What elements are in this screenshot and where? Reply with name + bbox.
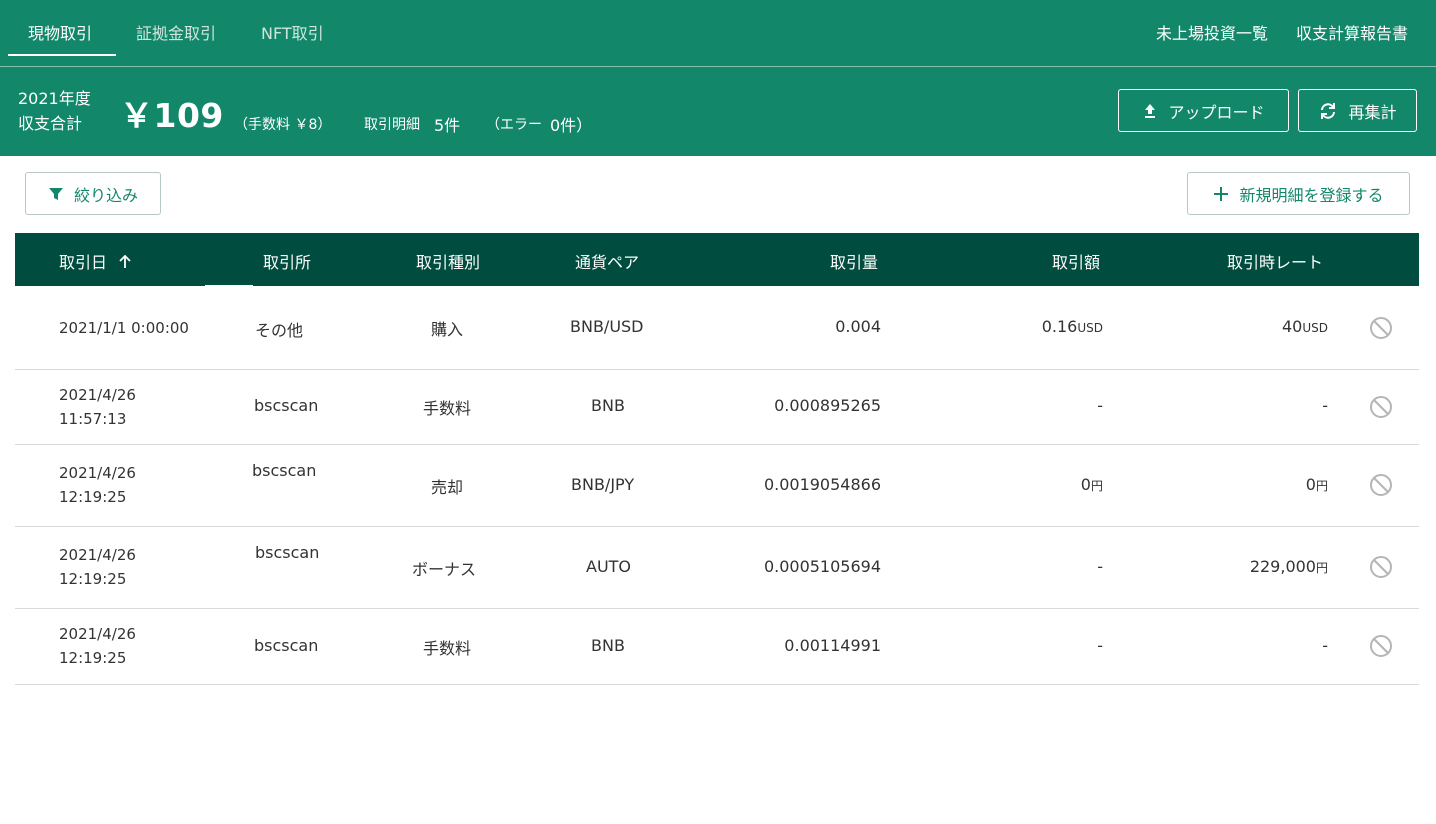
row-type: 売却 <box>431 478 464 497</box>
tab-nft[interactable]: NFT取引 <box>261 20 324 44</box>
header-amount[interactable]: 取引量 <box>830 249 878 273</box>
row-date: 2021/4/26 12:19:25 <box>59 625 136 667</box>
row-exchange: bscscan <box>254 396 319 415</box>
top-nav: 現物取引 証拠金取引 NFT取引 未上場投資一覧 収支計算報告書 <box>0 0 1436 67</box>
header-type[interactable]: 取引種別 <box>416 249 480 273</box>
arrow-up-icon <box>119 254 131 268</box>
row-type: 手数料 <box>423 399 472 418</box>
row-amount: 0.0019054866 <box>763 475 881 494</box>
fiscal-year: 2021年度 <box>18 89 91 108</box>
row-pair: BNB/USD <box>570 317 644 336</box>
row-value: 0.16USD <box>1041 317 1103 336</box>
row-type: ボーナス <box>412 560 477 579</box>
row-amount: 0.00114991 <box>784 636 881 655</box>
header-rate[interactable]: 取引時レート <box>1227 249 1323 273</box>
disable-icon[interactable] <box>1369 634 1393 658</box>
filter-icon <box>48 187 63 200</box>
summary-bar: 2021年度 収支合計 ￥109 （手数料 ￥8） 取引明細 5件 （エラー 0… <box>0 67 1436 156</box>
disable-icon[interactable] <box>1369 555 1393 579</box>
row-pair: AUTO <box>586 557 632 576</box>
row-value: 0円 <box>1080 475 1103 494</box>
fee-text: （手数料 ￥8） <box>234 117 332 133</box>
tab-margin[interactable]: 証拠金取引 <box>136 20 216 44</box>
add-entry-label: 新規明細を登録する <box>1239 185 1384 205</box>
row-value: - <box>1097 557 1103 576</box>
table-row[interactable]: 2021/4/26 12:19:25 bscscan 手数料 BNB 0.001… <box>15 609 1419 685</box>
row-rate: - <box>1322 396 1328 415</box>
refresh-icon <box>1321 102 1336 119</box>
row-pair: BNB <box>591 396 625 415</box>
upload-button[interactable]: アップロード <box>1118 89 1289 132</box>
unlisted-investments-link[interactable]: 未上場投資一覧 <box>1156 20 1268 44</box>
add-entry-button[interactable]: 新規明細を登録する <box>1187 172 1410 215</box>
filter-label: 絞り込み <box>73 185 138 205</box>
row-pair: BNB/JPY <box>571 475 635 494</box>
total-amount: ￥109 <box>120 96 224 135</box>
row-date: 2021/4/26 12:19:25 <box>59 546 136 588</box>
tab-spot[interactable]: 現物取引 <box>28 20 92 44</box>
row-date: 2021/4/26 11:57:13 <box>59 386 136 428</box>
upload-icon <box>1145 103 1156 118</box>
table-header: 取引日 取引所 取引種別 通貨ペア 取引量 取引額 取引時レート <box>15 233 1419 286</box>
row-exchange: bscscan <box>254 636 319 655</box>
header-pair[interactable]: 通貨ペア <box>575 249 639 273</box>
row-type: 購入 <box>431 320 464 339</box>
report-link[interactable]: 収支計算報告書 <box>1296 20 1408 44</box>
row-amount: 0.004 <box>835 317 881 336</box>
table-row[interactable]: 2021/4/26 12:19:25 bscscan 売却 BNB/JPY 0.… <box>15 445 1419 527</box>
row-exchange: bscscan <box>252 461 317 480</box>
row-rate: 229,000円 <box>1249 557 1328 576</box>
row-rate: 0円 <box>1305 475 1328 494</box>
header-date[interactable]: 取引日 <box>59 249 132 273</box>
detail-count: 5件 <box>434 116 461 135</box>
row-type: 手数料 <box>423 639 472 658</box>
header-exchange[interactable]: 取引所 <box>263 249 311 273</box>
fiscal-year-block: 2021年度 収支合計 <box>18 86 91 136</box>
filter-button[interactable]: 絞り込み <box>25 172 161 215</box>
error-label: （エラー <box>486 117 542 133</box>
upload-label: アップロード <box>1168 102 1265 122</box>
total-label: 収支合計 <box>18 114 83 133</box>
disable-icon[interactable] <box>1369 316 1393 340</box>
recalculate-label: 再集計 <box>1348 102 1397 122</box>
row-amount: 0.0005105694 <box>763 557 881 576</box>
row-date: 2021/4/26 12:19:25 <box>59 464 136 506</box>
error-count: 0件） <box>550 116 593 135</box>
detail-label: 取引明細 <box>364 117 420 133</box>
disable-icon[interactable] <box>1369 395 1393 419</box>
table-row[interactable]: 2021/4/26 12:19:25 bscscan ボーナス AUTO 0.0… <box>15 527 1419 609</box>
row-pair: BNB <box>591 636 625 655</box>
header-value[interactable]: 取引額 <box>1052 249 1100 273</box>
table-row[interactable]: 2021/4/26 11:57:13 bscscan 手数料 BNB 0.000… <box>15 370 1419 445</box>
row-value: - <box>1097 636 1103 655</box>
row-exchange: bscscan <box>255 543 320 562</box>
row-rate: - <box>1322 636 1328 655</box>
table-row[interactable]: 2021/1/1 0:00:00 その他 購入 BNB/USD 0.004 0.… <box>15 287 1419 370</box>
active-tab-indicator <box>8 54 116 56</box>
row-value: - <box>1097 396 1103 415</box>
plus-icon <box>1214 186 1229 201</box>
row-date: 2021/1/1 0:00:00 <box>59 319 189 337</box>
recalculate-button[interactable]: 再集計 <box>1298 89 1417 132</box>
row-rate: 40USD <box>1282 317 1328 336</box>
row-exchange: その他 <box>255 321 304 340</box>
row-amount: 0.000895265 <box>774 396 881 415</box>
disable-icon[interactable] <box>1369 473 1393 497</box>
